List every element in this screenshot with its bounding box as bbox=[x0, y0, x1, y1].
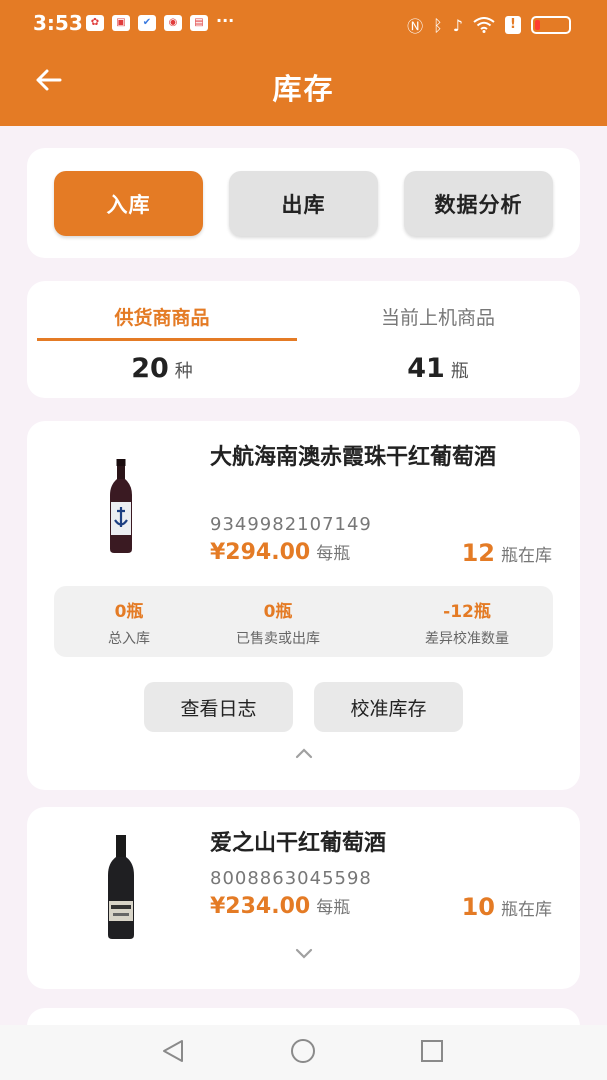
tab-stat: 20 种 bbox=[27, 353, 297, 384]
inventory-stats: 0瓶 总入库 0瓶 已售卖或出库 -12瓶 差异校准数量 bbox=[54, 586, 553, 657]
stock-out-button[interactable]: 出库 bbox=[229, 171, 378, 236]
price-unit: 每瓶 bbox=[316, 898, 351, 918]
mute-icon: ♪ bbox=[452, 15, 463, 35]
stat-label: 总入库 bbox=[108, 631, 150, 647]
stock-unit: 瓶在库 bbox=[501, 546, 552, 566]
circle-home-icon bbox=[291, 1039, 315, 1063]
square-recents-icon bbox=[421, 1040, 443, 1062]
nav-recents-button[interactable] bbox=[420, 1039, 444, 1069]
nfc-icon: Ⓝ bbox=[407, 17, 424, 36]
product-card[interactable]: 爱之山干红葡萄酒 8008863045598 ¥234.00 每瓶 10 瓶在库 bbox=[27, 807, 580, 989]
stock-count: 12 瓶在库 bbox=[462, 539, 552, 567]
battery-icon bbox=[531, 16, 571, 34]
nav-bar: 库存 bbox=[0, 56, 607, 116]
stock-in-button[interactable]: 入库 bbox=[54, 171, 203, 236]
stock-value: 10 bbox=[461, 893, 495, 921]
calibrate-stock-button[interactable]: 校准库存 bbox=[314, 682, 463, 732]
battery-warning-icon: ! bbox=[505, 16, 521, 34]
tab-label: 当前上机商品 bbox=[380, 307, 495, 329]
tab-current-machine-products[interactable]: 当前上机商品 41 瓶 bbox=[303, 281, 573, 398]
tab-stat: 41 瓶 bbox=[303, 353, 573, 384]
stock-unit: 瓶在库 bbox=[501, 900, 552, 920]
machine-product-count: 41 bbox=[407, 353, 445, 384]
stat-label: 差异校准数量 bbox=[425, 631, 509, 647]
product-card[interactable]: 大航海南澳赤霞珠干红葡萄酒 9349982107149 ¥294.00 每瓶 12… bbox=[27, 421, 580, 790]
bluetooth-icon: ᛒ bbox=[433, 15, 443, 35]
page-title: 库存 bbox=[272, 72, 335, 106]
red-app-icon: ▣ bbox=[112, 15, 130, 31]
stock-count: 10 瓶在库 bbox=[462, 893, 552, 921]
product-price: ¥234.00 每瓶 bbox=[210, 893, 350, 919]
nav-back-button[interactable] bbox=[160, 1039, 186, 1069]
app-header: 3:53 ✿ ▣ ✔ ◉ ▤ ··· Ⓝ ᛒ ♪ ! 库存 bbox=[0, 0, 607, 126]
stat-value: 0瓶 bbox=[114, 602, 144, 622]
tab-supplier-products[interactable]: 供货商商品 20 种 bbox=[27, 281, 297, 398]
stat-label: 已售卖或出库 bbox=[236, 631, 320, 647]
tab-active-indicator bbox=[37, 338, 297, 341]
sold-or-out-stat: 0瓶 已售卖或出库 bbox=[204, 586, 352, 657]
count-unit: 瓶 bbox=[450, 361, 469, 382]
price-value: ¥234.00 bbox=[210, 894, 311, 919]
product-barcode: 9349982107149 bbox=[210, 514, 372, 535]
nav-home-button[interactable] bbox=[289, 1039, 317, 1069]
wifi-icon bbox=[473, 17, 495, 33]
wine-bottle-image bbox=[85, 831, 157, 941]
book-app-icon: ▤ bbox=[190, 15, 208, 31]
price-unit: 每瓶 bbox=[316, 544, 351, 564]
actions-card: 入库 出库 数据分析 bbox=[27, 148, 580, 258]
expand-button[interactable] bbox=[27, 943, 580, 964]
stat-value: 0瓶 bbox=[263, 602, 293, 622]
product-price: ¥294.00 每瓶 bbox=[210, 539, 350, 565]
product-barcode: 8008863045598 bbox=[210, 868, 372, 889]
chevron-down-icon bbox=[295, 948, 312, 959]
price-value: ¥294.00 bbox=[210, 540, 311, 565]
huawei-app-icon: ✿ bbox=[86, 15, 104, 31]
triangle-back-icon bbox=[163, 1040, 183, 1062]
supplier-product-count: 20 bbox=[131, 353, 169, 384]
status-bar: 3:53 ✿ ▣ ✔ ◉ ▤ ··· Ⓝ ᛒ ♪ ! bbox=[0, 0, 607, 46]
notification-icons: ✿ ▣ ✔ ◉ ▤ ··· bbox=[86, 11, 235, 31]
total-in-stat: 0瓶 总入库 bbox=[54, 586, 204, 657]
shield-app-icon: ✔ bbox=[138, 15, 156, 31]
system-nav-bar bbox=[0, 1025, 607, 1080]
product-name: 爱之山干红葡萄酒 bbox=[210, 831, 387, 856]
data-analysis-button[interactable]: 数据分析 bbox=[404, 171, 553, 236]
tabs-card: 供货商商品 20 种 当前上机商品 41 瓶 bbox=[27, 281, 580, 398]
status-time: 3:53 bbox=[33, 11, 83, 35]
stat-value: -12瓶 bbox=[443, 602, 491, 622]
view-log-button[interactable]: 查看日志 bbox=[144, 682, 293, 732]
tab-label: 供货商商品 bbox=[114, 307, 210, 329]
stock-value: 12 bbox=[461, 539, 495, 567]
collapse-button[interactable] bbox=[27, 743, 580, 764]
more-notifications-icon: ··· bbox=[216, 11, 235, 30]
weibo-app-icon: ◉ bbox=[164, 15, 182, 31]
system-status-icons: Ⓝ ᛒ ♪ ! bbox=[407, 13, 571, 37]
count-unit: 种 bbox=[174, 361, 193, 382]
calibration-diff-stat: -12瓶 差异校准数量 bbox=[380, 586, 554, 657]
chevron-up-icon bbox=[295, 748, 312, 759]
product-name: 大航海南澳赤霞珠干红葡萄酒 bbox=[210, 445, 497, 470]
wine-bottle-image bbox=[85, 445, 157, 555]
